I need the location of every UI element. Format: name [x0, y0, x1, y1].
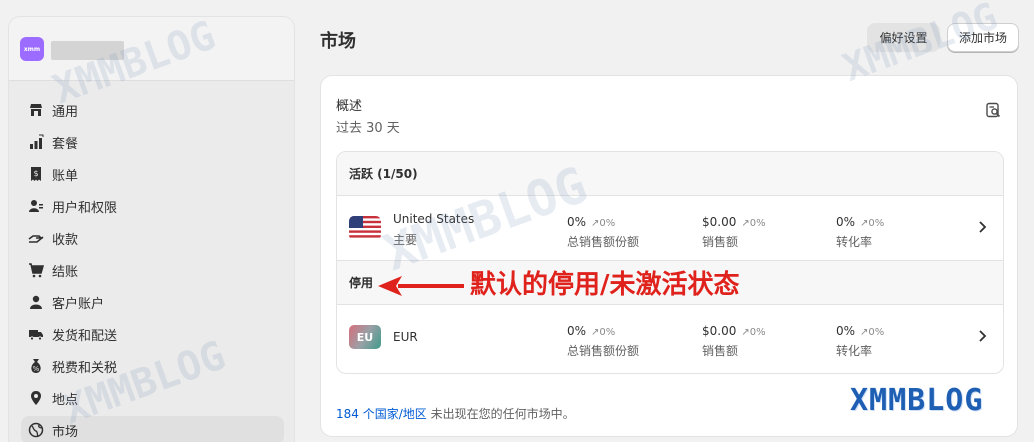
- sidebar-item-markets[interactable]: 市场: [21, 416, 284, 442]
- metric-sales: $0.00 ↗0% 销售额: [702, 211, 766, 250]
- metric-conversion: 0% ↗0% 转化率: [836, 320, 884, 359]
- metric-value: 0%: [836, 324, 856, 338]
- store-avatar: xmm: [20, 37, 44, 61]
- market-name: EUR: [393, 330, 418, 344]
- sidebar-item-label: 套餐: [52, 136, 79, 152]
- market-row-eur[interactable]: EU EUR 0% ↗0% 总销售额份额 $0.00 ↗0% 销售额 0% ↗0% 转…: [337, 305, 1003, 369]
- overview-period: 过去 30 天: [336, 121, 400, 136]
- metric-sales-share: 0% ↗0% 总销售额份额: [567, 320, 639, 359]
- sidebar-item-customer-accounts[interactable]: 客户账户: [21, 286, 284, 318]
- markets-list: 活跃 (1/50) United States 主要 0% ↗0% 总销售额份额 …: [336, 151, 1004, 374]
- store-header[interactable]: xmm: [9, 17, 294, 81]
- sidebar-item-label: 市场: [52, 424, 79, 440]
- sidebar-item-checkout[interactable]: 结账: [21, 254, 284, 286]
- metric-change: ↗0%: [860, 218, 885, 229]
- sidebar-item-label: 地点: [52, 392, 79, 408]
- footer-note-text: 未出现在您的任何市场中。: [426, 407, 575, 421]
- sidebar-item-plan[interactable]: 套餐: [21, 126, 284, 158]
- countries-link[interactable]: 184 个国家/地区: [336, 407, 427, 421]
- sidebar-item-users[interactable]: 用户和权限: [21, 190, 284, 222]
- sidebar-item-label: 发货和配送: [52, 328, 118, 344]
- svg-text:$: $: [33, 169, 38, 178]
- globe-icon: [27, 421, 45, 439]
- sidebar-item-label: 收款: [52, 232, 79, 248]
- chevron-right-icon: [979, 221, 987, 233]
- metric-sales: $0.00 ↗0% 销售额: [702, 320, 766, 359]
- sidebar-item-label: 税费和关税: [52, 360, 118, 376]
- store-name-redacted: [51, 41, 124, 60]
- report-search-icon[interactable]: [985, 102, 1001, 118]
- sidebar-item-label: 通用: [52, 104, 79, 120]
- sidebar-item-general[interactable]: 通用: [21, 94, 284, 126]
- sidebar-item-billing[interactable]: $ 账单: [21, 158, 284, 190]
- metric-value: 0%: [567, 215, 587, 229]
- person-icon: [27, 293, 45, 311]
- plan-icon: [27, 133, 45, 151]
- sidebar-item-locations[interactable]: 地点: [21, 382, 284, 414]
- market-row-united-states[interactable]: United States 主要 0% ↗0% 总销售额份额 $0.00 ↗0% 销…: [337, 196, 1003, 260]
- metric-sales-share: 0% ↗0% 总销售额份额: [567, 211, 639, 250]
- metric-value: $0.00: [702, 215, 737, 229]
- metric-label: 销售额: [702, 344, 739, 358]
- sidebar-item-taxes[interactable]: % 税费和关税: [21, 350, 284, 382]
- market-primary-label: 主要: [393, 233, 418, 247]
- metric-label: 总销售额份额: [567, 235, 640, 249]
- settings-nav: 通用 套餐 $ 账单 用户和权限 收款 结账 客户账户 发货和配送 % 税费和关…: [21, 94, 284, 442]
- metric-value: 0%: [567, 324, 587, 338]
- settings-sidebar: xmm 通用 套餐 $ 账单 用户和权限 收款 结账 客户账户 发货和配送 % …: [8, 16, 295, 442]
- sidebar-item-payments[interactable]: 收款: [21, 222, 284, 254]
- market-name: United States: [393, 212, 475, 226]
- billing-icon: $: [27, 165, 45, 183]
- unassigned-countries-note: 184 个国家/地区 未出现在您的任何市场中。: [336, 405, 575, 422]
- preferences-button[interactable]: 偏好设置: [867, 23, 940, 52]
- location-icon: [27, 389, 45, 407]
- truck-icon: [27, 325, 45, 343]
- metric-label: 总销售额份额: [567, 344, 640, 358]
- svg-text:%: %: [33, 365, 40, 373]
- sidebar-item-label: 账单: [52, 168, 79, 184]
- metric-label: 销售额: [702, 235, 739, 249]
- sidebar-item-label: 结账: [52, 264, 79, 280]
- metric-change: ↗0%: [591, 327, 616, 338]
- add-market-button[interactable]: 添加市场: [947, 23, 1019, 52]
- metric-change: ↗0%: [741, 327, 766, 338]
- store-icon: [27, 101, 45, 119]
- payments-icon: [27, 229, 45, 247]
- metric-conversion: 0% ↗0% 转化率: [836, 211, 884, 250]
- active-section-header: 活跃 (1/50): [337, 152, 1003, 196]
- metric-label: 转化率: [836, 344, 873, 358]
- metric-change: ↗0%: [860, 327, 885, 338]
- metric-change: ↗0%: [591, 218, 616, 229]
- watermark-logo: XMMBLOG: [850, 383, 984, 418]
- eu-badge-icon: EU: [349, 325, 381, 349]
- metric-value: 0%: [836, 215, 856, 229]
- users-icon: [27, 197, 45, 215]
- tax-icon: %: [27, 357, 45, 375]
- chevron-right-icon: [979, 330, 987, 342]
- sidebar-item-shipping[interactable]: 发货和配送: [21, 318, 284, 350]
- metric-value: $0.00: [702, 324, 737, 338]
- us-flag-icon: [349, 216, 381, 240]
- overview-title: 概述: [336, 99, 363, 114]
- metric-label: 转化率: [836, 235, 873, 249]
- sidebar-item-label: 用户和权限: [52, 200, 118, 216]
- sidebar-item-label: 客户账户: [52, 296, 105, 312]
- cart-icon: [27, 261, 45, 279]
- annotation-arrow-icon: [378, 276, 464, 296]
- page-title: 市场: [320, 31, 356, 52]
- annotation-text: 默认的停用/未激活状态: [470, 270, 740, 300]
- metric-change: ↗0%: [741, 218, 766, 229]
